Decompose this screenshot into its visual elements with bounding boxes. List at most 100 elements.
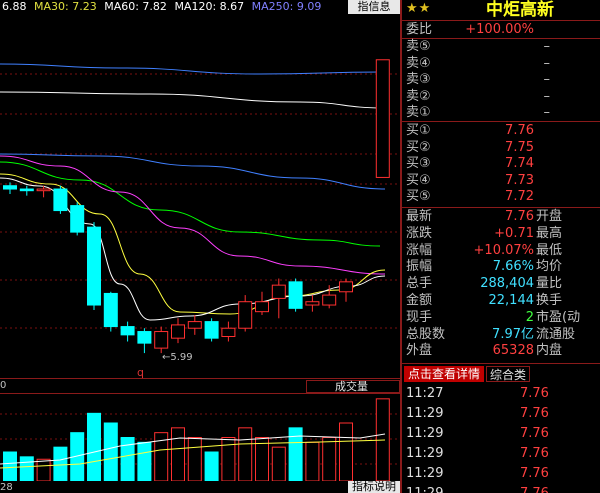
divider <box>402 121 600 122</box>
volume-bar-down <box>87 412 101 481</box>
quote-label: 涨跌 <box>406 225 433 241</box>
sell-price: – <box>543 55 551 71</box>
sell-label: 卖④ <box>406 55 431 71</box>
tick-price: 7.76 <box>520 446 549 461</box>
candle-down <box>19 188 34 192</box>
volume-bar-up <box>271 446 286 481</box>
buy-row[interactable]: 买② 7.75 <box>402 140 600 155</box>
buy-row[interactable]: 买⑤ 7.72 <box>402 189 600 204</box>
volume-bar-down <box>53 446 68 481</box>
quote-label-2: 开盘 <box>536 209 563 224</box>
volume-bar-up <box>322 437 337 481</box>
quote-value: 7.76 <box>505 209 534 224</box>
candle-down <box>137 331 152 344</box>
quote-label: 总股数 <box>406 326 446 342</box>
volume-bar-up <box>36 458 51 481</box>
buy-price: 7.72 <box>505 189 534 205</box>
quote-row: 外盘 65328 内盘 <box>402 343 600 358</box>
divider <box>402 20 600 21</box>
ma-legend: 6.88 MA30: 7.23 MA60: 7.82 MA120: 8.67 M… <box>2 0 325 14</box>
sell-row[interactable]: 卖③ – <box>402 72 600 87</box>
quote-label: 现手 <box>406 309 433 325</box>
tick-price: 7.76 <box>520 406 549 421</box>
candle-up <box>375 59 390 178</box>
quote-value: 288,404 <box>480 276 534 292</box>
info-button[interactable]: 指信息 <box>348 0 400 14</box>
quote-label: 总手 <box>406 276 433 292</box>
volume-bar-up <box>187 437 202 481</box>
candle-down <box>288 281 303 309</box>
buy-row[interactable]: 买① 7.76 <box>402 123 600 138</box>
buy-price: 7.76 <box>505 123 534 138</box>
sell-row[interactable]: 卖④ – <box>402 56 600 71</box>
sell-row[interactable]: 卖② – <box>402 89 600 104</box>
quote-label-2: 市盈(动 <box>536 309 581 325</box>
volume-axis-zero: 0 <box>0 380 7 391</box>
tick-time: 11:29 <box>406 466 444 481</box>
divider <box>402 363 600 364</box>
quote-label-2: 量比 <box>536 276 563 292</box>
buy-row[interactable]: 买③ 7.74 <box>402 156 600 171</box>
ma-legend-item-3: MA60: 7.82 <box>104 0 167 13</box>
sell-price: – <box>543 39 551 54</box>
tab-summary[interactable]: 综合类 <box>486 366 530 382</box>
indicator-help-button[interactable]: 指标说明 <box>348 481 400 493</box>
tick-time: 11:29 <box>406 484 443 493</box>
volume-bar-down <box>204 451 219 481</box>
buy-label: 买① <box>406 123 431 138</box>
ma20-line <box>0 155 386 275</box>
volume-indicator-select[interactable]: 成交量 <box>306 380 400 393</box>
sell-row[interactable]: 卖① – <box>402 105 600 120</box>
buy-label: 买④ <box>406 172 431 188</box>
sell-price: – <box>543 72 551 87</box>
ma250-line <box>0 63 386 75</box>
candle-down <box>103 292 118 328</box>
sell-label: 卖① <box>406 105 431 120</box>
quote-label: 最新 <box>406 209 433 224</box>
kline-chart-area[interactable]: 6.88 MA30: 7.23 MA60: 7.82 MA120: 8.67 M… <box>0 0 400 493</box>
tick-row: 11:29 7.76 <box>402 464 600 484</box>
candle-down <box>3 185 17 190</box>
tick-row: 11:29 7.76 <box>402 484 600 493</box>
candle-down <box>120 326 135 336</box>
quote-label-2: 换手 <box>536 293 563 308</box>
panel-header: ★★ 中炬高新 <box>402 0 600 20</box>
quote-value: 22,144 <box>488 293 535 308</box>
volume-bar-down <box>137 441 152 481</box>
tick-row: 11:29 7.76 <box>402 404 600 424</box>
quote-label-2: 流通股 <box>536 326 576 342</box>
sell-label: 卖③ <box>406 72 431 87</box>
candle-up <box>271 284 286 299</box>
low-price-label: ←5.99 <box>162 352 193 363</box>
kline-svg[interactable] <box>0 14 400 376</box>
divider <box>402 207 600 208</box>
volume-bar-down <box>3 451 17 481</box>
quote-value: 2 <box>525 309 534 325</box>
quote-value: 7.97亿 <box>492 326 534 342</box>
quote-label-2: 均价 <box>536 259 563 275</box>
candle-up <box>171 324 185 339</box>
candle-up <box>221 327 236 338</box>
candle-up <box>154 331 169 349</box>
sell-price: – <box>543 88 551 104</box>
quote-row: 总手 288,404 量比 <box>402 276 600 291</box>
tick-price: 7.76 <box>520 386 549 401</box>
tick-row: 11:27 7.76 <box>402 384 600 404</box>
candle-down <box>87 226 101 306</box>
tab-detail[interactable]: 点击查看详情 <box>404 366 484 382</box>
star-rating: ★★ <box>406 1 432 16</box>
buy-label: 买⑤ <box>406 189 431 205</box>
ma-legend-item-4: MA120: 8.67 <box>174 0 245 13</box>
volume-svg <box>0 398 400 481</box>
volume-header: 0 成交量 <box>0 378 400 394</box>
quote-row: 涨跌 +0.71 最高 <box>402 226 600 241</box>
volume-bar-up <box>305 441 320 481</box>
quote-panel: ★★ 中炬高新 委比 +100.00% 卖⑤ – 卖④ – 卖③ – 卖② – 卖① – 买① 7.… <box>400 0 600 493</box>
quote-value: +10.07% <box>473 242 534 258</box>
volume-bar-down <box>19 456 34 481</box>
buy-row[interactable]: 买④ 7.73 <box>402 173 600 188</box>
candle-up <box>187 321 202 329</box>
sell-row[interactable]: 卖⑤ – <box>402 39 600 54</box>
buy-price: 7.73 <box>505 172 534 188</box>
quote-label: 金额 <box>406 293 433 308</box>
